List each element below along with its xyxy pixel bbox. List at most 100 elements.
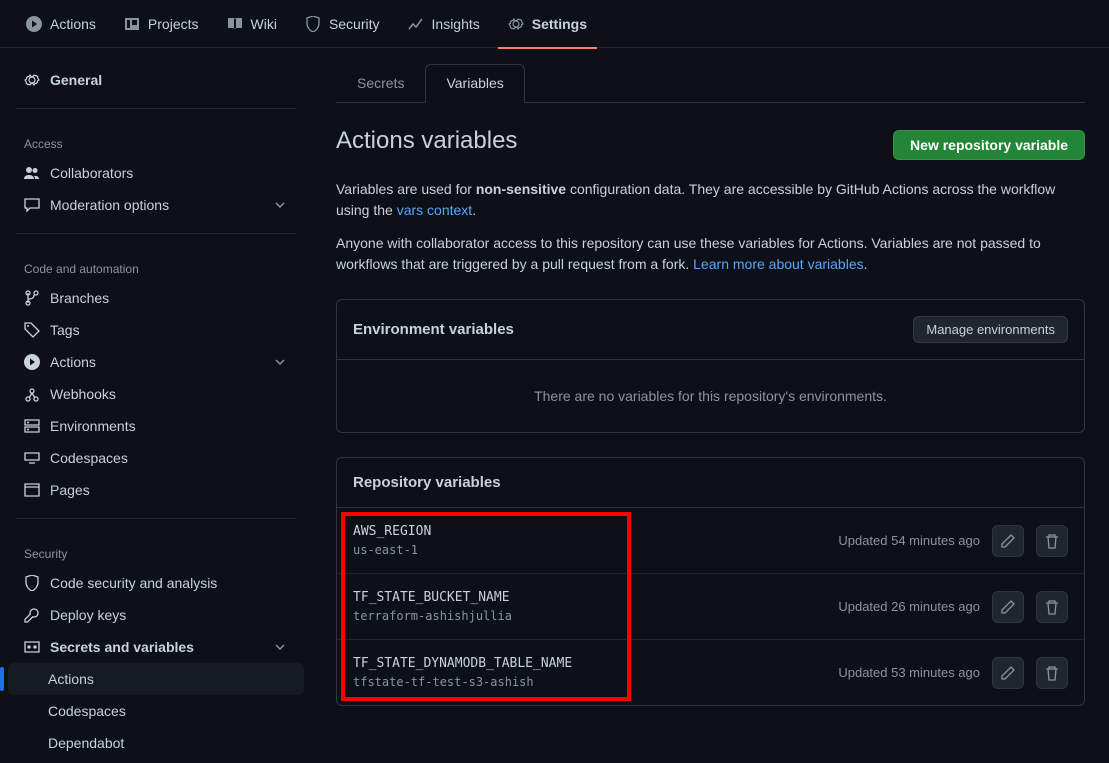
sidebar-item-label: Branches (50, 290, 109, 306)
topnav-actions[interactable]: Actions (16, 0, 106, 48)
tag-icon (24, 322, 40, 338)
sidebar-item-code-security-and-analysis[interactable]: Code security and analysis (0, 567, 312, 599)
environment-variables-title: Environment variables (353, 321, 514, 338)
sidebar-item-label: Environments (50, 418, 136, 434)
webhook-icon (24, 386, 40, 402)
sidebar-item-tags[interactable]: Tags (0, 314, 312, 346)
sidebar-subitem-codespaces[interactable]: Codespaces (0, 695, 312, 727)
variable-row: TF_STATE_BUCKET_NAME terraform-ashishjul… (337, 573, 1084, 639)
shield-icon (24, 575, 40, 591)
sidebar-general-label: General (50, 72, 102, 88)
pencil-icon (1000, 665, 1016, 681)
topnav-label: Actions (50, 16, 96, 32)
comment-icon (24, 197, 40, 213)
top-nav: Actions Projects Wiki SecurityInsights Setti… (0, 0, 1109, 48)
graph-icon (408, 16, 424, 32)
topnav-label: Projects (148, 16, 199, 32)
variable-updated: Updated 54 minutes ago (838, 533, 980, 548)
branch-icon (24, 290, 40, 306)
keyasterisk-icon (24, 639, 40, 655)
sidebar-item-collaborators[interactable]: Collaborators (0, 157, 312, 189)
topnav-label: Wiki (251, 16, 277, 32)
topnav-security[interactable]: Security (295, 0, 390, 48)
gear-icon (508, 16, 524, 32)
edit-variable-button[interactable] (992, 525, 1024, 557)
variable-value: terraform-ashishjullia (353, 609, 826, 623)
sidebar-item-label: Tags (50, 322, 80, 338)
browser-icon (24, 482, 40, 498)
description-1: Variables are used for non-sensitive con… (336, 179, 1085, 221)
sidebar-item-label: Actions (50, 354, 96, 370)
sidebar-item-pages[interactable]: Pages (0, 474, 312, 506)
vars-context-link[interactable]: vars context (397, 202, 472, 218)
sidebar-item-environments[interactable]: Environments (0, 410, 312, 442)
delete-variable-button[interactable] (1036, 657, 1068, 689)
tab-secrets[interactable]: Secrets (336, 64, 425, 102)
sidebar-general[interactable]: General (0, 64, 312, 96)
sidebar-section-title: Code and automation (0, 246, 312, 282)
sidebar-item-actions[interactable]: Actions (0, 346, 312, 378)
edit-variable-button[interactable] (992, 657, 1024, 689)
sidebar-item-secrets-and-variables[interactable]: Secrets and variables (0, 631, 312, 663)
topnav-insights[interactable]: Insights (398, 0, 490, 48)
trash-icon (1044, 533, 1060, 549)
chevron-down-icon (272, 639, 288, 655)
pencil-icon (1000, 533, 1016, 549)
sidebar-item-label: Code security and analysis (50, 575, 217, 591)
sidebar-item-codespaces[interactable]: Codespaces (0, 442, 312, 474)
sidebar-subitem-dependabot[interactable]: Dependabot (0, 727, 312, 759)
topnav-projects[interactable]: Projects (114, 0, 209, 48)
sidebar-item-label: Secrets and variables (50, 639, 194, 655)
chevron-down-icon (272, 354, 288, 370)
variable-name: AWS_REGION (353, 524, 826, 539)
play-icon (26, 16, 42, 32)
sidebar-item-deploy-keys[interactable]: Deploy keys (0, 599, 312, 631)
key-icon (24, 607, 40, 623)
play-icon (24, 354, 40, 370)
variable-row: AWS_REGION us-east-1 Updated 54 minutes … (337, 508, 1084, 573)
server-icon (24, 418, 40, 434)
topnav-label: Settings (532, 16, 587, 32)
tab-variables[interactable]: Variables (425, 64, 524, 103)
gear-icon (24, 72, 40, 88)
sidebar-item-label: Webhooks (50, 386, 116, 402)
repository-variables-title: Repository variables (353, 474, 501, 491)
repository-variables-panel: Repository variables AWS_REGION us-east-… (336, 457, 1085, 706)
sidebar-item-webhooks[interactable]: Webhooks (0, 378, 312, 410)
shield-icon (305, 16, 321, 32)
trash-icon (1044, 599, 1060, 615)
learn-more-variables-link[interactable]: Learn more about variables (693, 256, 863, 272)
description-2: Anyone with collaborator access to this … (336, 233, 1085, 275)
codespaces-icon (24, 450, 40, 466)
variable-row: TF_STATE_DYNAMODB_TABLE_NAME tfstate-tf-… (337, 639, 1084, 705)
sidebar-subitem-actions[interactable]: Actions (8, 663, 304, 695)
new-repository-variable-button[interactable]: New repository variable (893, 130, 1085, 160)
environment-variables-panel: Environment variables Manage environment… (336, 299, 1085, 433)
chevron-down-icon (272, 197, 288, 213)
pencil-icon (1000, 599, 1016, 615)
book-icon (227, 16, 243, 32)
variable-name: TF_STATE_BUCKET_NAME (353, 590, 826, 605)
variable-updated: Updated 53 minutes ago (838, 665, 980, 680)
sidebar-item-label: Moderation options (50, 197, 169, 213)
trash-icon (1044, 665, 1060, 681)
sidebar-item-label: Codespaces (50, 450, 128, 466)
variable-value: us-east-1 (353, 543, 826, 557)
manage-environments-button[interactable]: Manage environments (913, 316, 1068, 343)
variable-value: tfstate-tf-test-s3-ashish (353, 675, 826, 689)
sidebar-item-label: Deploy keys (50, 607, 126, 623)
page-title: Actions variables (336, 127, 517, 155)
variable-name: TF_STATE_DYNAMODB_TABLE_NAME (353, 656, 826, 671)
edit-variable-button[interactable] (992, 591, 1024, 623)
settings-sidebar: General AccessCollaboratorsModeration op… (0, 48, 312, 763)
topnav-wiki[interactable]: Wiki (217, 0, 287, 48)
secrets-variables-tabs: SecretsVariables (336, 64, 1085, 103)
sidebar-section-title: Security (0, 531, 312, 567)
delete-variable-button[interactable] (1036, 525, 1068, 557)
project-icon (124, 16, 140, 32)
sidebar-item-branches[interactable]: Branches (0, 282, 312, 314)
sidebar-item-moderation-options[interactable]: Moderation options (0, 189, 312, 221)
sidebar-item-label: Collaborators (50, 165, 133, 181)
delete-variable-button[interactable] (1036, 591, 1068, 623)
topnav-settings[interactable]: Settings (498, 0, 597, 48)
